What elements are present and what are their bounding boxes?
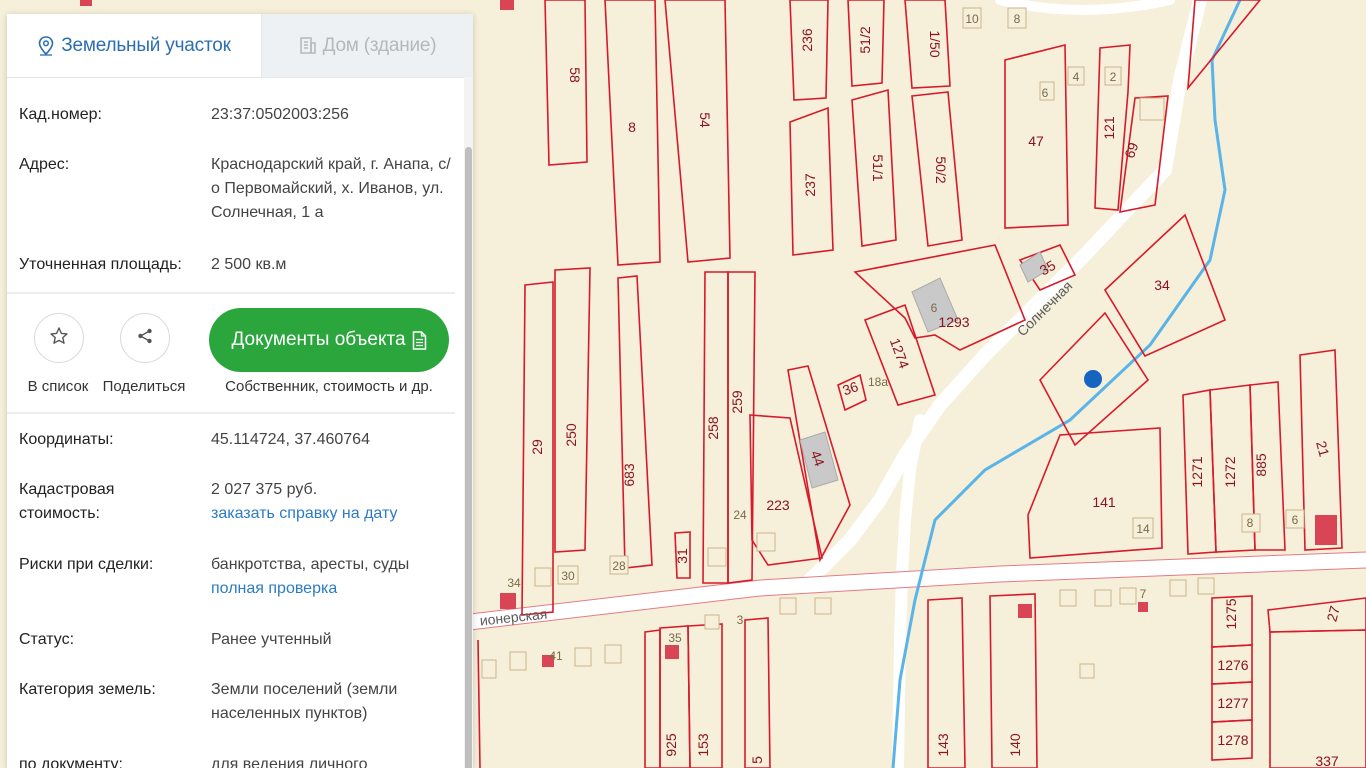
status-label: Статус: [19, 631, 75, 648]
object-documents-subtitle: Собственник, стоимость и др. [225, 378, 433, 395]
deal-risks-value-block: банкротства, аресты, суды полная проверк… [211, 553, 455, 601]
house-label: 24 [733, 508, 747, 522]
share-button[interactable] [120, 313, 170, 363]
add-to-list-button[interactable] [34, 313, 84, 363]
cadastral-number-link[interactable]: 23:37:0502003:256 [211, 103, 455, 127]
share-label: Поделиться [102, 378, 186, 395]
land-category-value: Земли поселений (земли населенных пункто… [211, 681, 398, 722]
house-label: 41 [549, 649, 563, 663]
building-icon [299, 36, 317, 55]
tab-house-label: Дом (здание) [322, 34, 437, 56]
panel-scrollbar-thumb[interactable] [465, 147, 472, 768]
add-to-list-label: В список [27, 378, 89, 395]
house-label: 6 [931, 301, 938, 315]
house-label: 7 [1140, 587, 1147, 601]
parcel-label: 31 [674, 548, 690, 564]
panel-tabs: Земельный участок Дом (здание) [7, 14, 473, 78]
object-info-panel: Земельный участок Дом (здание) Кад.номер… [7, 14, 473, 768]
parcel-label: 121 [1101, 116, 1117, 140]
parcel-label: 143 [935, 733, 951, 757]
address-value: Краснодарский край, г. Анапа, с/о Первом… [211, 156, 451, 221]
address-label: Адрес: [19, 156, 70, 173]
parcel-label: 337 [1315, 753, 1339, 768]
cadastral-number-label: Кад.номер: [19, 106, 102, 123]
parcel-label: 1271 [1189, 456, 1205, 487]
house-label: 2 [1110, 70, 1117, 84]
house-label: 14 [1136, 522, 1150, 536]
parcel-label: 259 [729, 390, 745, 414]
house-label: 35 [668, 631, 682, 645]
house-label: 10 [965, 12, 979, 26]
parcel-label: 1272 [1222, 456, 1238, 487]
parcel-label: 258 [705, 416, 721, 440]
parcel-label: 153 [695, 733, 711, 757]
parcel-label: 141 [1092, 494, 1116, 510]
house-label: 4 [1073, 70, 1080, 84]
star-icon [49, 326, 69, 351]
parcel-label: 47 [1028, 133, 1044, 149]
status-value: Ранее учтенный [211, 631, 332, 648]
deal-risks-value: банкротства, аресты, суды [211, 556, 410, 573]
cadastral-cost-value: 2 027 375 руб. [211, 481, 318, 498]
area-label: Уточненная площадь: [19, 256, 182, 273]
permitted-use-value: для ведения личного подсобного [211, 756, 368, 768]
parcel-label: 50/2 [933, 156, 949, 183]
house-label: 30 [561, 569, 575, 583]
house-label: 6 [1292, 513, 1299, 527]
parcel-label: 1/50 [927, 30, 943, 57]
house-label: 3 [737, 613, 744, 627]
parcel-label: 1275 [1223, 598, 1239, 629]
coordinates-label: Координаты: [19, 431, 114, 448]
parcel-label: 1276 [1217, 657, 1248, 673]
area-value: 2 500 кв.м [211, 256, 287, 273]
parcel-label: 5 [749, 756, 765, 764]
selected-location-marker [1084, 370, 1102, 388]
divider [7, 412, 455, 414]
parcel-label: 8 [628, 119, 636, 135]
panel-scrollbar[interactable] [464, 77, 473, 768]
tab-land-plot[interactable]: Земельный участок [7, 14, 261, 77]
parcel-label: 58 [567, 67, 583, 83]
parcel-label: 250 [563, 423, 579, 447]
order-certificate-link[interactable]: заказать справку на дату [211, 505, 397, 522]
cadastral-cost-label: Кадастровая стоимость: [19, 481, 115, 522]
share-icon [136, 327, 154, 350]
object-documents-button[interactable]: Документы объекта [209, 308, 449, 372]
full-check-link[interactable]: полная проверка [211, 580, 337, 597]
object-documents-label: Документы объекта [231, 329, 406, 350]
parcel-label: 236 [799, 28, 815, 52]
parcel-label: 51/1 [870, 154, 886, 181]
parcel-label: 1278 [1217, 732, 1248, 748]
divider [7, 292, 455, 294]
tab-house[interactable]: Дом (здание) [261, 14, 473, 77]
parcel-label: 683 [621, 463, 637, 487]
parcel-label: 140 [1007, 733, 1023, 757]
parcel-label: 237 [802, 173, 818, 197]
deal-risks-label: Риски при сделки: [19, 556, 154, 573]
cadastral-cost-value-block: 2 027 375 руб. заказать справку на дату [211, 478, 455, 526]
object-actions: В список Поделиться Документы объекта Со… [7, 297, 455, 412]
house-label: 8 [1247, 516, 1254, 530]
parcel-label: 223 [766, 497, 790, 513]
house-label: 18а [868, 375, 888, 389]
parcel-label: 54 [697, 112, 713, 128]
parcel-label: 1277 [1217, 695, 1248, 711]
house-label: 6 [1042, 86, 1049, 100]
tab-land-plot-label: Земельный участок [61, 34, 231, 56]
parcel-label: 29 [529, 439, 545, 455]
parcel-label: 34 [1154, 277, 1170, 293]
map-pin-icon [37, 35, 55, 56]
house-label: 34 [507, 576, 521, 590]
land-category-label: Категория земель: [19, 681, 156, 698]
house-label: 8 [1014, 12, 1021, 26]
parcel-label: 51/2 [857, 26, 873, 53]
parcel-label: 925 [663, 733, 679, 757]
parcel-label: 885 [1253, 453, 1269, 477]
coordinates-value: 45.114724, 37.460764 [211, 431, 370, 448]
permitted-use-label: по документу: [19, 756, 123, 768]
house-label: 28 [612, 559, 626, 573]
document-icon [412, 330, 427, 350]
parcel-label: 1293 [938, 314, 969, 330]
